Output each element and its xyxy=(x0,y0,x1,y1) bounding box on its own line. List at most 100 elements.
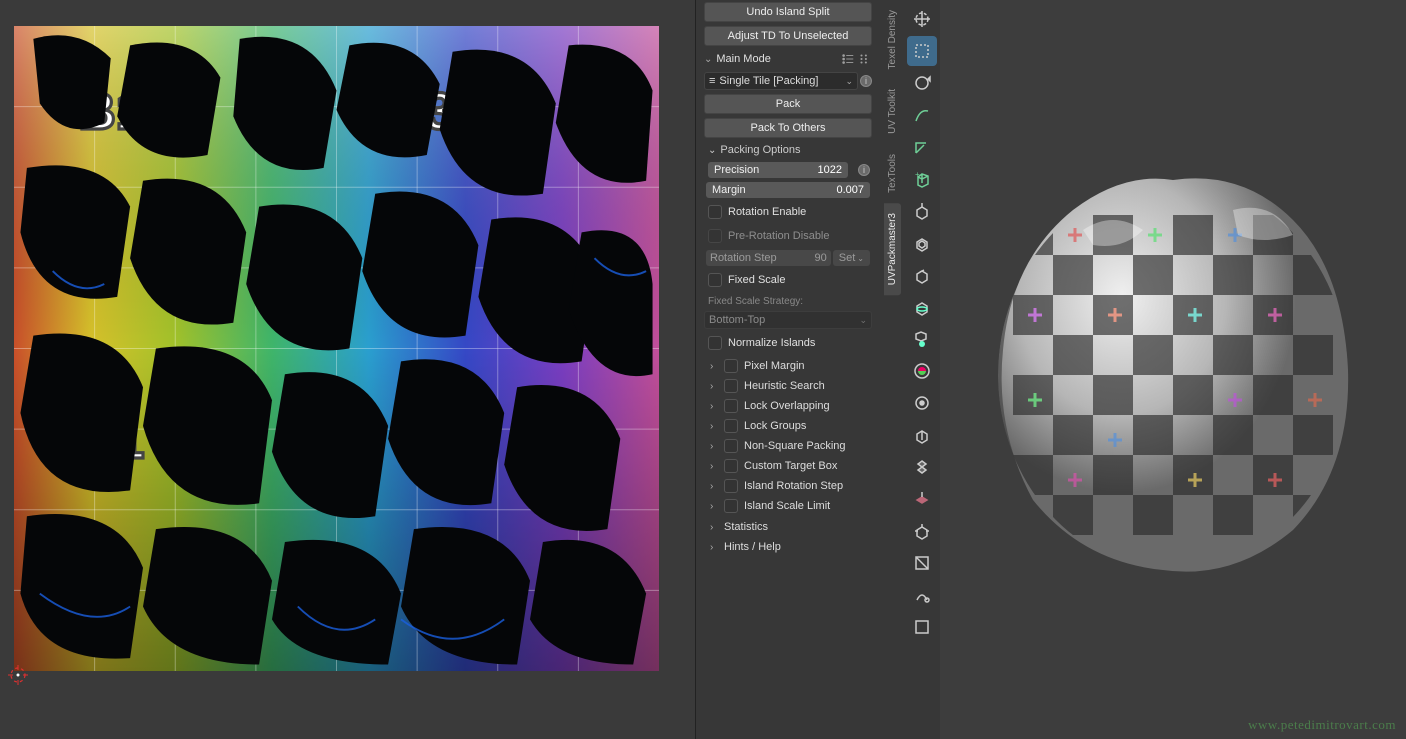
info-icon[interactable]: i xyxy=(860,75,872,87)
chevron-down-icon: ⌄ xyxy=(859,315,867,326)
n-panel: Undo Island Split Adjust TD To Unselecte… xyxy=(695,0,880,739)
tool-rip[interactable] xyxy=(907,580,937,610)
svg-text:+: + xyxy=(915,170,920,179)
fixed-scale-strategy-dropdown[interactable]: Bottom-Top ⌄ xyxy=(704,311,872,329)
subpanel-non-square-packing[interactable]: ›Non-Square Packing xyxy=(710,437,866,455)
uv-islands[interactable] xyxy=(14,26,659,671)
statistics-label: Statistics xyxy=(724,521,768,533)
pre-rotation-disable-label: Pre-Rotation Disable xyxy=(728,230,830,242)
uv-canvas[interactable]: B1B3 C3 B1 xyxy=(14,26,659,671)
rotation-step-row[interactable]: Rotation Step 90 Set⌄ xyxy=(706,250,870,266)
hints-label: Hints / Help xyxy=(724,541,781,553)
2d-cursor-icon xyxy=(8,665,28,685)
poly-build-icon xyxy=(912,361,932,381)
packing-options-header[interactable]: ⌄ Packing Options xyxy=(698,140,878,160)
tool-select[interactable] xyxy=(907,36,937,66)
pack-button[interactable]: Pack xyxy=(704,94,872,114)
checkbox-icon xyxy=(724,379,738,393)
chevron-right-icon: › xyxy=(710,501,722,512)
rotate-manip-icon xyxy=(912,73,932,93)
add-cube-icon: + xyxy=(912,169,932,189)
checkbox-icon xyxy=(708,336,722,350)
pack-to-others-button[interactable]: Pack To Others xyxy=(704,118,872,138)
tool-bevel[interactable] xyxy=(907,260,937,290)
panel-list-icon[interactable] xyxy=(841,52,855,66)
normalize-islands-checkbox[interactable]: Normalize Islands xyxy=(706,334,870,352)
subpanel-label: Pixel Margin xyxy=(744,360,805,372)
subpanel-island-rotation-step[interactable]: ›Island Rotation Step xyxy=(710,477,866,495)
rotation-step-value: 90 xyxy=(815,252,827,264)
tool-knife[interactable] xyxy=(907,324,937,354)
tool-poly-build[interactable] xyxy=(907,356,937,386)
checkbox-icon xyxy=(724,479,738,493)
margin-value: 0.007 xyxy=(824,184,864,196)
chevron-right-icon: › xyxy=(710,441,722,452)
tool-measure[interactable] xyxy=(907,132,937,162)
tool-transform[interactable] xyxy=(907,484,937,514)
margin-label: Margin xyxy=(712,184,824,196)
mode-dropdown[interactable]: ≡ Single Tile [Packing] ⌄ xyxy=(704,72,858,90)
tool-spin[interactable] xyxy=(907,388,937,418)
spin-icon xyxy=(912,393,932,413)
chevron-right-icon: › xyxy=(710,522,722,533)
tool-loop-cut[interactable] xyxy=(907,292,937,322)
extrude-icon xyxy=(912,201,932,221)
pre-rotation-disable-checkbox[interactable]: Pre-Rotation Disable xyxy=(706,227,870,245)
watermark-text: www.petedimitrovart.com xyxy=(1248,717,1396,733)
bevel-icon xyxy=(912,265,932,285)
adjust-td-button[interactable]: Adjust TD To Unselected xyxy=(704,26,872,46)
tool-shear[interactable] xyxy=(907,548,937,578)
chevron-right-icon: › xyxy=(710,542,722,553)
fixed-scale-checkbox[interactable]: Fixed Scale xyxy=(706,271,870,289)
main-mode-header[interactable]: ⌄ Main Mode xyxy=(698,48,878,70)
chevron-right-icon: › xyxy=(710,461,722,472)
vtab-texel-density[interactable]: Texel Density xyxy=(884,0,901,79)
subpanel-label: Heuristic Search xyxy=(744,380,825,392)
rotation-enable-checkbox[interactable]: Rotation Enable xyxy=(706,203,870,221)
smooth-icon xyxy=(912,425,932,445)
tool-inset[interactable] xyxy=(907,228,937,258)
subpanel-custom-target-box[interactable]: ›Custom Target Box xyxy=(710,457,866,475)
undo-island-split-button[interactable]: Undo Island Split xyxy=(704,2,872,22)
tool-shrink[interactable] xyxy=(907,516,937,546)
3d-preview-object xyxy=(983,150,1363,590)
tool-edge-slide[interactable] xyxy=(907,452,937,482)
subpanel-pixel-margin[interactable]: ›Pixel Margin xyxy=(710,357,866,375)
rip-icon xyxy=(912,585,932,605)
vtab-uv-toolkit[interactable]: UV Toolkit xyxy=(884,79,901,144)
annotate-icon xyxy=(912,105,932,125)
hints-panel[interactable]: › Hints / Help xyxy=(710,539,866,555)
vtab-uvpackmaster3[interactable]: UVPackmaster3 xyxy=(884,203,901,295)
cursor-icon xyxy=(912,9,932,29)
tool-region[interactable] xyxy=(907,612,937,642)
rotation-enable-label: Rotation Enable xyxy=(728,206,806,218)
subpanel-lock-groups[interactable]: ›Lock Groups xyxy=(710,417,866,435)
region-icon xyxy=(912,617,932,637)
subpanel-island-scale-limit[interactable]: ›Island Scale Limit xyxy=(710,497,866,515)
chevron-down-icon: ⌄ xyxy=(845,76,853,87)
subpanel-heuristic-search[interactable]: ›Heuristic Search xyxy=(710,377,866,395)
margin-field[interactable]: Margin 0.007 xyxy=(706,182,870,198)
tool-extrude[interactable] xyxy=(907,196,937,226)
vtab-textools[interactable]: TexTools xyxy=(884,144,901,203)
tool-smooth[interactable] xyxy=(907,420,937,450)
chevron-right-icon: › xyxy=(710,481,722,492)
checkbox-icon xyxy=(708,229,722,243)
subpanel-lock-overlapping[interactable]: ›Lock Overlapping xyxy=(710,397,866,415)
tool-cursor[interactable] xyxy=(907,4,937,34)
checkbox-icon xyxy=(724,359,738,373)
precision-field[interactable]: Precision 1022 xyxy=(708,162,848,178)
tool-add-cube[interactable]: + xyxy=(907,164,937,194)
select-icon xyxy=(912,41,932,61)
info-icon[interactable]: i xyxy=(858,164,870,176)
chevron-right-icon: › xyxy=(710,421,722,432)
3d-viewport[interactable]: www.petedimitrovart.com xyxy=(940,0,1406,739)
statistics-panel[interactable]: › Statistics xyxy=(710,519,866,535)
rotation-step-set-button[interactable]: Set⌄ xyxy=(833,250,870,266)
rotation-step-label: Rotation Step xyxy=(710,252,777,264)
panel-dots-icon[interactable] xyxy=(858,52,872,66)
tool-annotate[interactable] xyxy=(907,100,937,130)
tool-rotate-manip[interactable] xyxy=(907,68,937,98)
checkbox-icon xyxy=(708,273,722,287)
checkbox-icon xyxy=(724,439,738,453)
